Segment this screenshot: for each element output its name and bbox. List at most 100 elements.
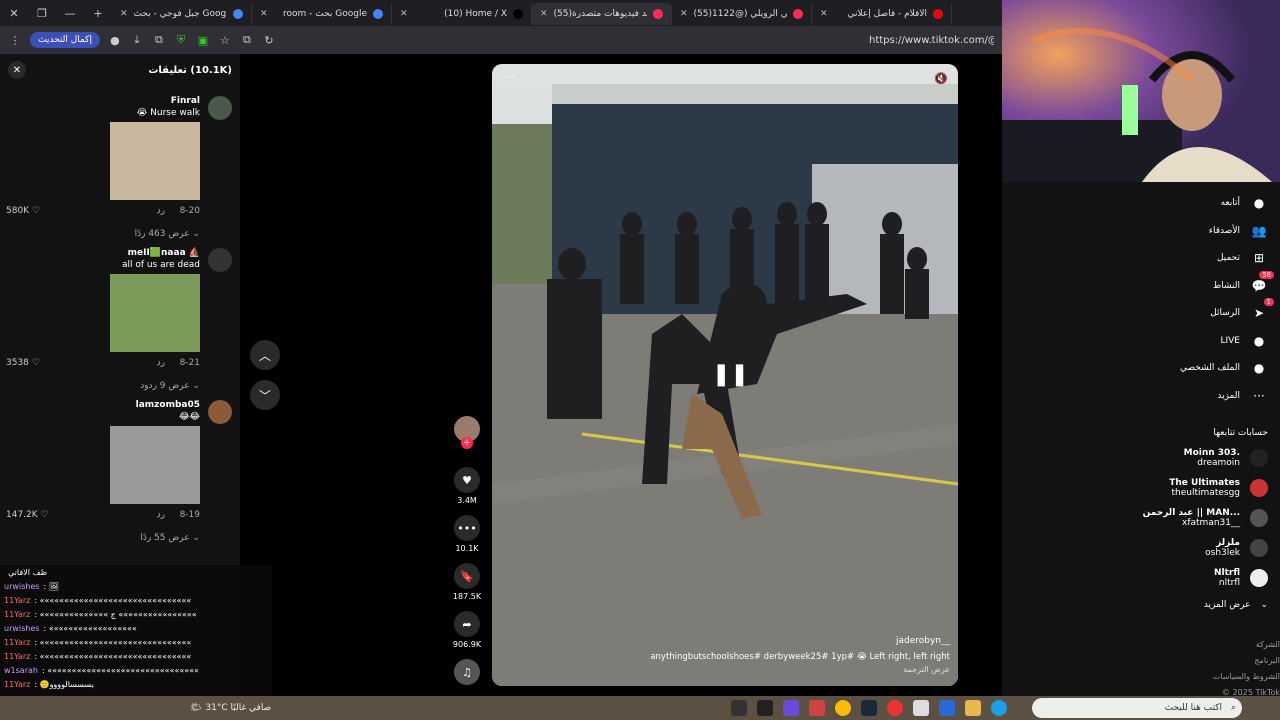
sidebar-item[interactable]: تحميل ⊞: [1217, 249, 1268, 267]
author-avatar[interactable]: +: [452, 416, 482, 449]
update-button[interactable]: إكمال التحديث: [30, 32, 100, 48]
sidebar-item[interactable]: أتابعه ●: [1221, 194, 1268, 212]
sidebar-item[interactable]: الملف الشخصي ●: [1180, 359, 1268, 377]
avatar[interactable]: [208, 248, 232, 272]
sidebar-item[interactable]: المزيد ···: [1217, 387, 1268, 405]
comment-like-button[interactable]: 580K ♡: [6, 206, 40, 216]
reply-button[interactable]: رد: [157, 358, 165, 368]
comment-image[interactable]: [110, 274, 200, 352]
bookmark-button[interactable]: 🔖 187.5K: [452, 563, 482, 601]
previous-video-button[interactable]: ︿: [250, 340, 280, 370]
show-more-button[interactable]: عرض المزيد ⌄: [1204, 600, 1268, 610]
share-icon[interactable]: ➦: [454, 611, 480, 637]
browser-tab[interactable]: ✕ جبل فوجي - بحث Google: [112, 3, 252, 25]
weather-widget[interactable]: 🌤 31°C صافي غالبًا: [190, 703, 271, 713]
comment-like-button[interactable]: 147.2K ♡: [6, 510, 49, 520]
sidebar-item[interactable]: LIVE ●: [1220, 332, 1268, 350]
sidebar-item[interactable]: الأصدقاء 👥: [1209, 222, 1268, 240]
new-tab-icon[interactable]: +: [84, 0, 112, 26]
taskbar-search-input[interactable]: اكتب هنا للبحث ⌕: [1032, 698, 1242, 718]
browser-tab[interactable]: ✕ الأفلام - فاصل إعلاني: [812, 3, 952, 25]
chrome-icon[interactable]: [835, 700, 852, 716]
comment-button[interactable]: ••• 10.1K: [452, 515, 482, 553]
followed-account[interactable]: Nltrfl nltrfl: [1214, 568, 1268, 588]
reload-icon[interactable]: ↻: [262, 33, 276, 47]
close-tab-icon[interactable]: ✕: [540, 9, 548, 19]
comment-username[interactable]: lamzomba05: [136, 400, 200, 410]
followed-account[interactable]: Moinn 303. dreamoin: [1184, 448, 1268, 468]
sidebar-item[interactable]: الرسائل ➤ 1: [1210, 298, 1274, 322]
mute-icon[interactable]: 🔇: [934, 72, 948, 85]
more-options-icon[interactable]: ···: [504, 70, 515, 84]
settings-icon[interactable]: [913, 700, 930, 716]
outlook-icon[interactable]: [939, 700, 956, 716]
messages-icon: ➤ 1: [1250, 298, 1274, 322]
reply-button[interactable]: رد: [157, 206, 165, 216]
comment-icon[interactable]: •••: [454, 515, 480, 541]
footer-link[interactable]: الشركة: [1256, 640, 1280, 649]
browser-tab[interactable]: ✕ room - بحث Google: [252, 3, 392, 25]
video-author[interactable]: jaderobyn__: [896, 636, 950, 646]
close-comments-icon[interactable]: ✕: [8, 61, 26, 79]
close-tab-icon[interactable]: ✕: [680, 9, 688, 19]
followed-account[interactable]: عبد الرحمن || MAN... xfatman31__: [1143, 508, 1268, 528]
view-replies-button[interactable]: عرض 55 ردًا ⌄: [140, 533, 200, 543]
next-video-button[interactable]: ﹀: [250, 380, 280, 410]
heart-button[interactable]: ♥ 3.4M: [452, 467, 482, 505]
footer-link[interactable]: البرنامج: [1254, 656, 1280, 665]
bookmark-icon[interactable]: 🔖: [454, 563, 480, 589]
comment-item: lamzomba05 😂😂 8-19 رد 147.2K ♡ عرض 55 ردًا ⌄: [0, 390, 240, 543]
video-player[interactable]: ··· 🔇 ❚❚ jaderobyn__ anythingbutschoolsh…: [492, 64, 958, 686]
comment-username[interactable]: Finral: [171, 96, 200, 106]
download-icon[interactable]: ⤓: [130, 33, 144, 47]
followed-account[interactable]: The Ultimates theultimatesgg: [1169, 478, 1268, 498]
steam-icon[interactable]: [861, 700, 878, 716]
close-tab-icon[interactable]: ✕: [260, 9, 268, 19]
extensions-icon[interactable]: ⧉: [152, 33, 166, 47]
reply-button[interactable]: رد: [157, 510, 165, 520]
app-icon[interactable]: [783, 700, 800, 716]
translate-link[interactable]: عرض الترجمة: [903, 665, 950, 674]
app-icon[interactable]: [887, 700, 904, 716]
chat-text: ظف الافاتي: [8, 567, 48, 577]
menu-icon[interactable]: ⋮: [8, 33, 22, 47]
close-tab-icon[interactable]: ✕: [400, 9, 408, 19]
comment-like-button[interactable]: 3538 ♡: [6, 358, 40, 368]
comment-username[interactable]: meII🟩naaa ⛵: [128, 248, 200, 258]
browser-tab[interactable]: ✕ (55)الشمالي الرويلي (@1122: [672, 3, 812, 25]
browser-tab[interactable]: ✕ (10) Home / X: [392, 3, 532, 25]
follow-plus-icon[interactable]: +: [461, 437, 473, 449]
minimize-window-icon[interactable]: —: [56, 0, 84, 26]
avatar[interactable]: [208, 96, 232, 120]
shield-icon[interactable]: ⛨: [174, 33, 188, 47]
view-replies-label: عرض 55 ردًا: [140, 533, 190, 543]
edge-icon[interactable]: [991, 700, 1008, 716]
heart-icon[interactable]: ♥: [454, 467, 480, 493]
address-input[interactable]: https://www.tiktok.com/@jade: [869, 35, 994, 46]
close-window-icon[interactable]: ✕: [0, 0, 28, 26]
app-icon[interactable]: [757, 700, 774, 716]
pause-icon[interactable]: ❚❚: [712, 362, 749, 387]
star-icon[interactable]: ☆: [218, 33, 232, 47]
music-disc-icon[interactable]: ♫: [454, 659, 480, 685]
browser-tab[interactable]: ✕ (55)شاهد فيديوهات متصدرة |: [532, 3, 672, 25]
video-actions: + ♥ 3.4M ••• 10.1K 🔖 187.5K ➦ 906.9K ♫: [452, 416, 482, 695]
share-button[interactable]: ➦ 906.9K: [452, 611, 482, 649]
file-explorer-icon[interactable]: [965, 700, 982, 716]
avatar[interactable]: [208, 400, 232, 424]
followed-account[interactable]: ملزلز osh3lek: [1205, 538, 1268, 558]
comment-image[interactable]: [110, 122, 200, 200]
translate-icon[interactable]: ⧉: [240, 33, 254, 47]
footer-link[interactable]: الشروط والسياسات: [1213, 672, 1280, 681]
close-tab-icon[interactable]: ✕: [120, 9, 128, 19]
sidebar-item[interactable]: النشاط 💬 58: [1213, 270, 1274, 295]
profile-icon[interactable]: ●: [108, 33, 122, 47]
sound-disc[interactable]: ♫: [452, 659, 482, 685]
comment-image[interactable]: [110, 426, 200, 504]
extension-icon[interactable]: ▣: [196, 33, 210, 47]
app-icon[interactable]: [809, 700, 826, 716]
app-icon[interactable]: [731, 700, 748, 716]
friends-icon: 👥: [1250, 222, 1268, 240]
close-tab-icon[interactable]: ✕: [820, 9, 828, 19]
restore-window-icon[interactable]: ❐: [28, 0, 56, 26]
